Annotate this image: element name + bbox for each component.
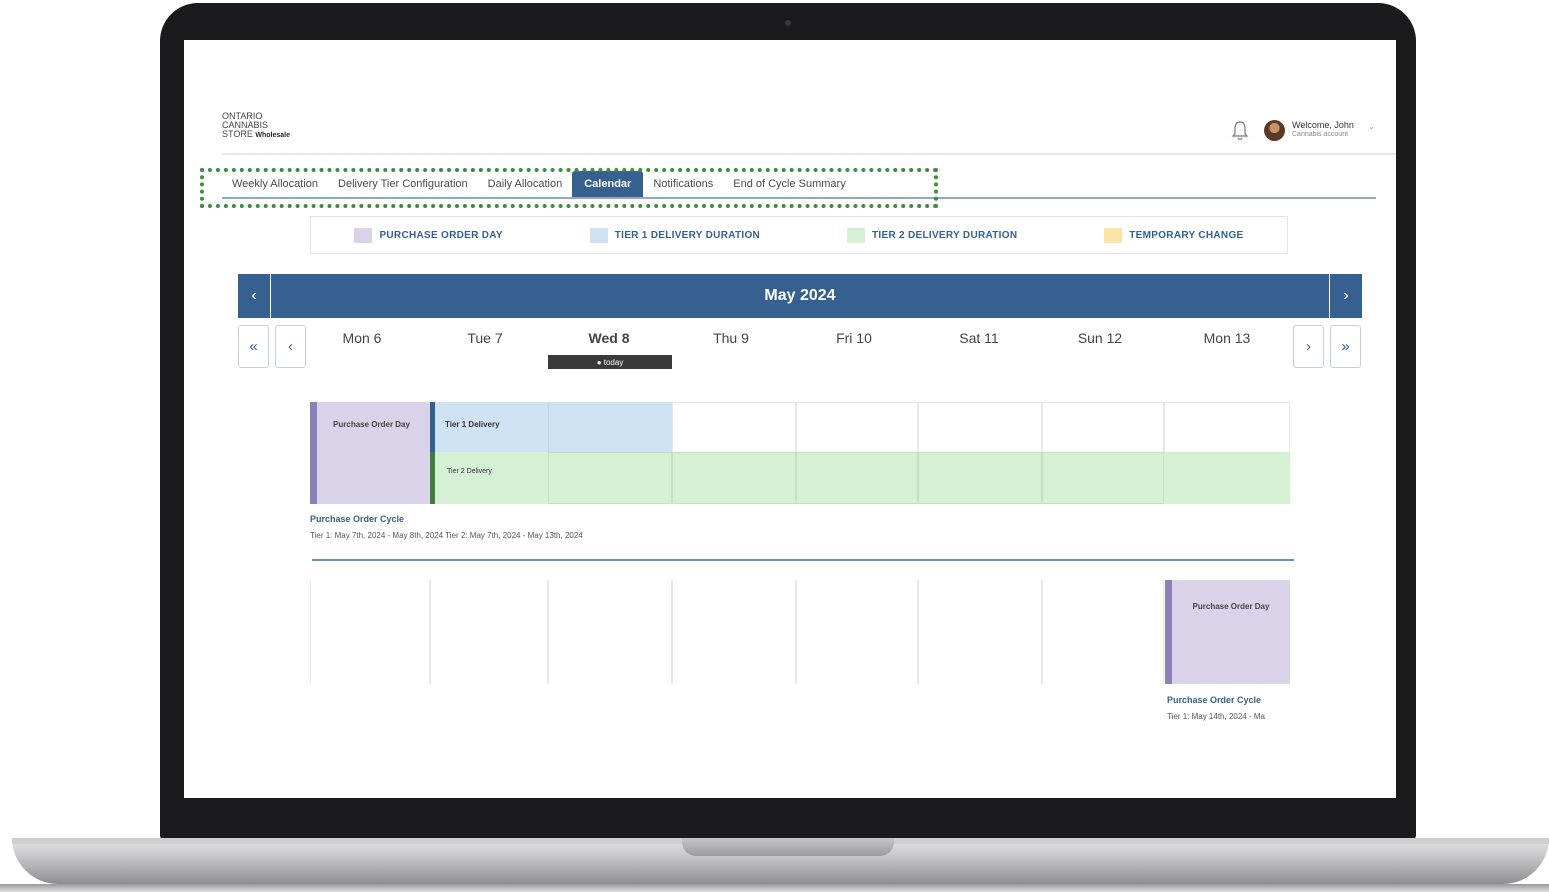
day-header: Thu 9 — [713, 330, 749, 346]
cycle-title[interactable]: Purchase Order Cycle — [1167, 695, 1261, 705]
header-divider — [222, 153, 1396, 155]
po-block-label: Purchase Order Day — [333, 420, 410, 429]
tier1-delivery-block[interactable]: Tier 1 Delivery — [430, 402, 672, 452]
legend-swatch — [1104, 227, 1123, 243]
chevron-down-icon[interactable]: ⌄ — [1368, 122, 1375, 131]
calendar-cell[interactable] — [548, 580, 672, 684]
tier2-cell-divider — [548, 452, 672, 504]
laptop-notch — [682, 838, 894, 856]
ocs-logo[interactable]: ONTARIO CANNABIS STORE Wholesale — [222, 112, 322, 140]
app-screen: ONTARIO CANNABIS STORE Wholesale Welcome… — [184, 40, 1396, 798]
user-menu[interactable]: Welcome, John Cannabis account — [1292, 120, 1354, 138]
legend-label: TIER 1 DELIVERY DURATION — [614, 229, 761, 241]
tier2-cell-divider — [1042, 452, 1164, 504]
day-header: Sat 11 — [959, 330, 999, 346]
camera — [785, 20, 791, 26]
legend-purchase-order-day: PURCHASE ORDER DAY — [354, 227, 503, 243]
month-header: May 2024 ‹ › — [238, 274, 1362, 318]
calendar-cell[interactable] — [430, 580, 548, 684]
legend-swatch — [846, 227, 865, 243]
legend-swatch — [589, 227, 608, 243]
legend-label: TIER 2 DELIVERY DURATION — [871, 229, 1018, 241]
purchase-order-day-block[interactable]: Purchase Order Day — [310, 402, 430, 504]
calendar-cell[interactable] — [310, 580, 430, 684]
calendar-legend: PURCHASE ORDER DAY TIER 1 DELIVERY DURAT… — [310, 216, 1288, 254]
last-week-button[interactable]: » — [1330, 325, 1361, 368]
calendar-cell[interactable] — [918, 580, 1042, 684]
next-week-button[interactable]: › — [1293, 325, 1324, 368]
purchase-order-day-block[interactable]: Purchase Order Day — [1165, 580, 1290, 684]
cycle-title[interactable]: Purchase Order Cycle — [310, 514, 404, 524]
tier2-cell-divider — [672, 452, 796, 504]
cycle-range: Tier 1: May 7th, 2024 - May 8th, 2024 Ti… — [310, 531, 583, 540]
first-week-button[interactable]: « — [238, 325, 269, 368]
calendar-cell[interactable] — [796, 580, 918, 684]
legend-label: PURCHASE ORDER DAY — [379, 229, 503, 241]
logo-sub: Wholesale — [255, 132, 290, 139]
bell-icon[interactable] — [1231, 120, 1249, 142]
tier2-block-label: Tier 2 Delivery — [447, 468, 492, 475]
day-header-today: Wed 8 — [588, 330, 630, 346]
tier2-cell-divider — [796, 452, 918, 504]
screen-edge-mask — [1292, 720, 1396, 798]
avatar[interactable] — [1264, 120, 1285, 141]
day-header: Sun 12 — [1077, 330, 1123, 346]
day-header: Tue 7 — [467, 330, 503, 346]
month-title: May 2024 — [764, 287, 836, 304]
tier1-block-label: Tier 1 Delivery — [445, 420, 500, 429]
day-header: Mon 13 — [1203, 330, 1251, 346]
day-header: Fri 10 — [836, 330, 872, 346]
legend-temporary-change: TEMPORARY CHANGE — [1104, 227, 1244, 243]
po-block-label: Purchase Order Day — [1192, 602, 1270, 611]
next-month-button[interactable]: › — [1329, 274, 1362, 318]
day-header: Mon 6 — [342, 330, 382, 346]
legend-tier2-duration: TIER 2 DELIVERY DURATION — [846, 227, 1018, 243]
tier2-cell-divider — [918, 452, 1042, 504]
cycle-range: Tier 1: May 14th, 2024 - Ma — [1167, 712, 1265, 721]
legend-tier1-duration: TIER 1 DELIVERY DURATION — [589, 227, 761, 243]
legend-label: TEMPORARY CHANGE — [1129, 229, 1244, 241]
welcome-text: Welcome, John — [1292, 120, 1354, 130]
user-role: Cannabis account — [1292, 131, 1349, 138]
prev-month-button[interactable]: ‹ — [238, 274, 271, 318]
legend-swatch — [354, 227, 373, 243]
week-divider — [312, 559, 1294, 561]
calendar-cell[interactable] — [1042, 580, 1164, 684]
tabs-highlight-outline — [200, 168, 938, 208]
today-badge: ● today — [548, 355, 672, 369]
calendar-cell[interactable] — [672, 580, 796, 684]
tier1-cell-divider — [548, 402, 549, 452]
logo-line-3: STORE Wholesale — [222, 129, 290, 140]
laptop-shadow — [0, 884, 1549, 892]
